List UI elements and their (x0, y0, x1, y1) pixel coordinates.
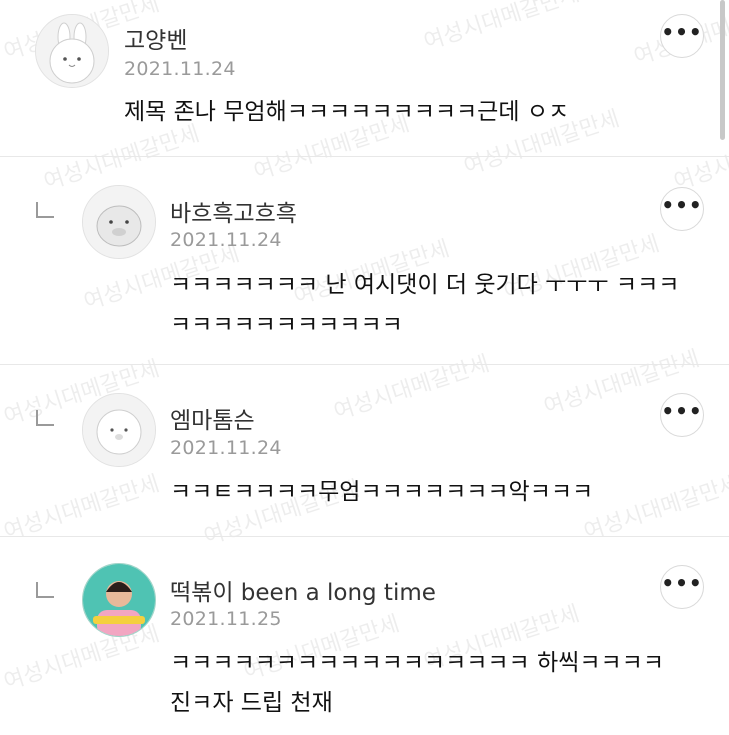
bunny-avatar-icon (36, 15, 108, 87)
more-dots-icon: ••• (661, 571, 703, 595)
more-dots-icon: ••• (661, 399, 703, 423)
more-options-button[interactable]: ••• (660, 187, 704, 231)
comment-text: ㅋㅋㅋㅋㅋㅋㅋ 난 여시댓이 더 웃기다 ㅜㅜㅜ ㅋㅋㅋㅋㅋㅋㅋㅋㅋㅋㅋㅋㅋㅋ (170, 272, 680, 338)
avatar[interactable] (35, 14, 109, 88)
animal-avatar-icon (83, 186, 155, 258)
comment-author[interactable]: 엠마톰슨 (170, 401, 255, 435)
comment-item: 엠마톰슨 2021.11.24 ㅋㅋㅌㅋㅋㅋㅋ무엄ㅋㅋㅋㅋㅋㅋㅋ악ㅋㅋㅋ ••• (0, 365, 729, 535)
more-options-button[interactable]: ••• (660, 565, 704, 609)
more-dots-icon: ••• (661, 193, 703, 217)
reply-arrow-icon (36, 410, 54, 426)
comment-item: 바흐흑고흐흑 2021.11.24 ㅋㅋㅋㅋㅋㅋㅋ 난 여시댓이 더 웃기다 ㅜ… (0, 157, 729, 363)
comment-text: ㅋㅋㅌㅋㅋㅋㅋ무엄ㅋㅋㅋㅋㅋㅋㅋ악ㅋㅋㅋ (170, 479, 594, 505)
person-photo-avatar-icon (83, 564, 155, 636)
comment-item: 고양벤 2021.11.24 제목 존나 무엄해ㅋㅋㅋㅋㅋㅋㅋㅋㅋ근데 ㅇㅈ •… (0, 0, 729, 155)
comment-item: 떡볶이 been a long time 2021.11.25 ㅋㅋㅋㅋㅋㅋㅋㅋ… (0, 537, 729, 735)
comment-author[interactable]: 바흐흑고흐흑 (170, 194, 297, 228)
comment-text: ㅋㅋㅋㅋㅋㅋㅋㅋㅋㅋㅋㅋㅋㅋㅋㅋㅋ 하씩ㅋㅋㅋㅋ 진ㅋ자 드립 천재 (170, 650, 664, 716)
comment-date: 2021.11.24 (170, 437, 282, 459)
comment-date: 2021.11.24 (170, 229, 282, 251)
comment-text: 제목 존나 무엄해ㅋㅋㅋㅋㅋㅋㅋㅋㅋ근데 ㅇㅈ (124, 99, 570, 125)
more-options-button[interactable]: ••• (660, 393, 704, 437)
avatar[interactable] (82, 185, 156, 259)
comment-author[interactable]: 떡볶이 been a long time (170, 573, 436, 607)
more-dots-icon: ••• (661, 20, 703, 44)
reply-arrow-icon (36, 582, 54, 598)
comment-date: 2021.11.25 (170, 608, 282, 630)
comment-date: 2021.11.24 (124, 58, 236, 80)
avatar[interactable] (82, 563, 156, 637)
bear-avatar-icon (83, 394, 155, 466)
comment-author[interactable]: 고양벤 (124, 21, 187, 55)
reply-arrow-icon (36, 202, 54, 218)
avatar[interactable] (82, 393, 156, 467)
more-options-button[interactable]: ••• (660, 14, 704, 58)
